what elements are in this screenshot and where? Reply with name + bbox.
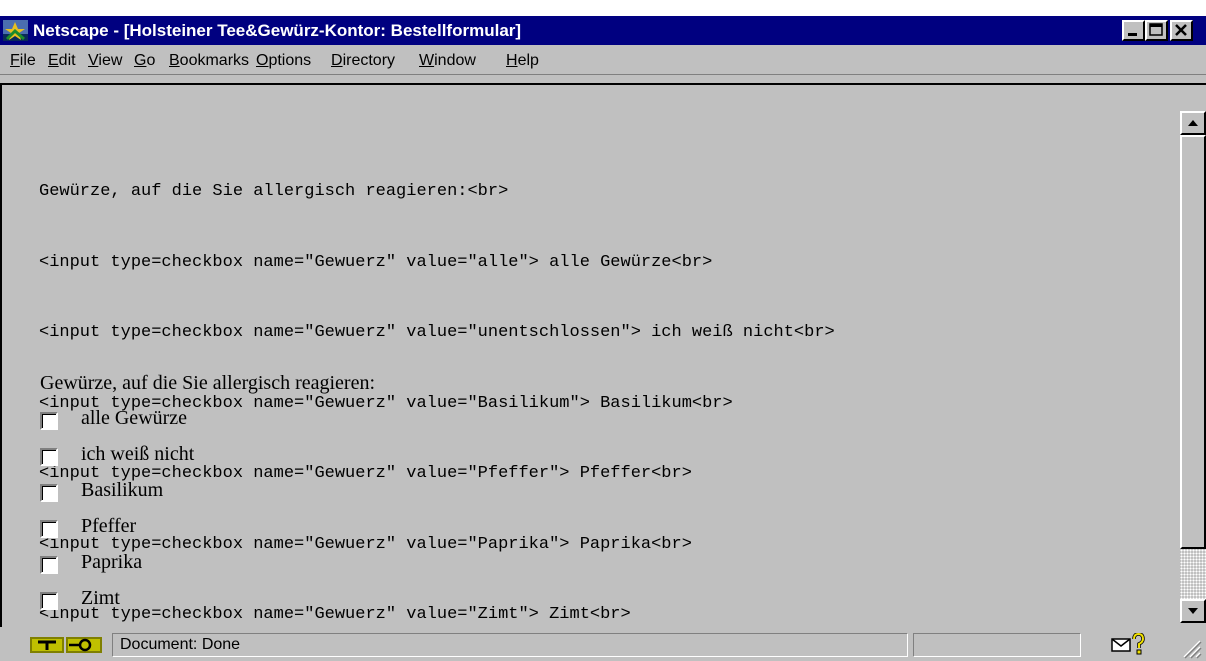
minimize-button[interactable] bbox=[1122, 20, 1145, 41]
menu-options-accel: O bbox=[256, 52, 269, 69]
source-code-block: Gewürze, auf die Sie allergisch reagiere… bbox=[39, 133, 835, 661]
checkbox-pfeffer[interactable] bbox=[40, 520, 58, 538]
menu-help[interactable]: Help bbox=[506, 52, 539, 70]
menu-window-accel: W bbox=[419, 52, 435, 69]
option-alle: alle Gewürze bbox=[40, 406, 340, 434]
source-line: Gewürze, auf die Sie allergisch reagiere… bbox=[39, 182, 509, 201]
minimize-icon bbox=[1128, 33, 1137, 36]
option-label: Pfeffer bbox=[81, 515, 137, 537]
status-message-field: Document: Done bbox=[112, 633, 908, 657]
option-unentschlossen: ich weiß nicht bbox=[40, 442, 340, 470]
menu-window-label: indow bbox=[434, 52, 476, 69]
scroll-track-lower[interactable] bbox=[1180, 549, 1206, 599]
menu-go[interactable]: Go bbox=[134, 52, 155, 70]
netscape-logo-icon bbox=[3, 20, 28, 41]
checkbox-zimt[interactable] bbox=[40, 592, 58, 610]
progress-field bbox=[913, 633, 1081, 657]
scroll-up-button[interactable] bbox=[1180, 111, 1206, 135]
menu-file-label: ile bbox=[19, 52, 36, 69]
scroll-down-button[interactable] bbox=[1180, 599, 1206, 623]
checkbox-basilikum[interactable] bbox=[40, 484, 58, 502]
menu-edit-accel: E bbox=[48, 52, 59, 69]
security-key-icon[interactable] bbox=[30, 635, 106, 655]
browser-window: Netscape - [Holsteiner Tee&Gewürz-Kontor… bbox=[0, 16, 1206, 661]
option-pfeffer: Pfeffer bbox=[40, 514, 340, 542]
option-zimt: Zimt bbox=[40, 586, 340, 614]
menu-help-label: elp bbox=[517, 52, 539, 69]
option-label: Zimt bbox=[81, 587, 120, 609]
menu-options-label: ptions bbox=[268, 52, 312, 69]
menu-directory[interactable]: Directory bbox=[331, 52, 395, 70]
menu-bookmarks-accel: B bbox=[169, 52, 180, 69]
menu-view-accel: V bbox=[88, 52, 99, 69]
menu-edit[interactable]: Edit bbox=[48, 52, 76, 70]
status-bar: Document: Done bbox=[0, 629, 1206, 661]
vertical-scrollbar[interactable] bbox=[1180, 85, 1206, 627]
menu-window[interactable]: Window bbox=[419, 52, 476, 70]
form-heading: Gewürze, auf die Sie allergisch reagiere… bbox=[40, 372, 376, 394]
checkbox-alle[interactable] bbox=[40, 412, 58, 430]
option-label: Basilikum bbox=[81, 479, 164, 501]
maximize-icon bbox=[1149, 23, 1163, 36]
menu-go-accel: G bbox=[134, 52, 147, 69]
help-icon[interactable] bbox=[1131, 633, 1145, 655]
menu-bar: File Edit View Go Bookmarks Options Dire… bbox=[0, 45, 1206, 75]
menu-bookmarks-label: ookmarks bbox=[179, 52, 250, 69]
option-basilikum: Basilikum bbox=[40, 478, 340, 506]
arrow-up-icon bbox=[1188, 120, 1198, 126]
menu-directory-label: irectory bbox=[342, 52, 396, 69]
status-text: Document: Done bbox=[120, 636, 241, 653]
option-label: alle Gewürze bbox=[81, 407, 188, 429]
maximize-button[interactable] bbox=[1145, 20, 1168, 41]
menu-view[interactable]: View bbox=[88, 52, 122, 70]
option-label: Paprika bbox=[81, 551, 143, 573]
menu-edit-label: dit bbox=[58, 52, 76, 69]
option-label: ich weiß nicht bbox=[81, 443, 195, 465]
menu-options[interactable]: Options bbox=[256, 52, 311, 70]
title-bar[interactable]: Netscape - [Holsteiner Tee&Gewürz-Kontor… bbox=[0, 16, 1206, 45]
close-button[interactable] bbox=[1170, 20, 1193, 41]
scroll-thumb[interactable] bbox=[1180, 135, 1206, 549]
menu-view-label: iew bbox=[98, 52, 123, 69]
source-line: <input type=checkbox name="Gewuerz" valu… bbox=[39, 323, 835, 342]
window-title: Netscape - [Holsteiner Tee&Gewürz-Kontor… bbox=[33, 21, 522, 40]
arrow-down-icon bbox=[1188, 608, 1198, 614]
menu-file-accel: F bbox=[10, 52, 20, 69]
option-paprika: Paprika bbox=[40, 550, 340, 578]
menu-directory-accel: D bbox=[331, 52, 343, 69]
source-line: <input type=checkbox name="Gewuerz" valu… bbox=[39, 252, 713, 272]
menu-go-label: o bbox=[146, 52, 156, 69]
menu-file[interactable]: File bbox=[10, 52, 36, 70]
scroll-track[interactable] bbox=[1180, 135, 1206, 599]
close-icon bbox=[1175, 24, 1187, 36]
resize-grip-icon[interactable] bbox=[1180, 637, 1202, 659]
document-view[interactable]: Gewürze, auf die Sie allergisch reagiere… bbox=[0, 83, 1206, 627]
checkbox-paprika[interactable] bbox=[40, 556, 58, 574]
menu-bookmarks[interactable]: Bookmarks bbox=[169, 52, 249, 70]
mail-icon[interactable] bbox=[1111, 637, 1131, 653]
checkbox-unentschlossen[interactable] bbox=[40, 448, 58, 466]
menu-help-accel: H bbox=[506, 52, 518, 69]
